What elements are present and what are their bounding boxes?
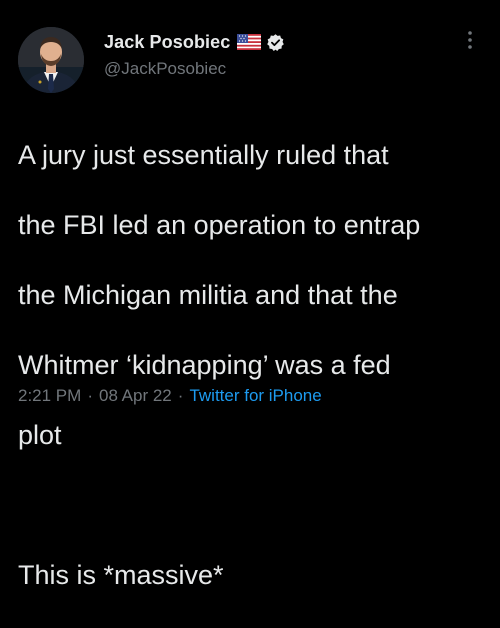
name-row: Jack Posobiec (104, 30, 285, 54)
tweet-text-line: plot (18, 420, 62, 450)
tweet-header: Jack Posobiec @JackPosobiec (104, 30, 285, 79)
avatar-image (18, 27, 84, 93)
tweet-source-link[interactable]: Twitter for iPhone (189, 386, 321, 405)
user-handle[interactable]: @JackPosobiec (104, 59, 285, 79)
tweet-text-line: the Michigan militia and that the (18, 280, 398, 310)
tweet-meta: 2:21 PM · 08 Apr 22 · Twitter for iPhone (18, 386, 322, 406)
more-options-icon[interactable] (463, 28, 477, 52)
us-flag-icon (237, 34, 262, 50)
verified-badge-icon (266, 33, 285, 52)
tweet-text-line: Whitmer ‘kidnapping’ was a fed (18, 350, 391, 380)
tweet-date[interactable]: 08 Apr 22 (99, 386, 172, 405)
display-name[interactable]: Jack Posobiec (104, 32, 230, 53)
profile-avatar[interactable] (18, 27, 84, 93)
tweet-text-line: A jury just essentially ruled that (18, 140, 389, 170)
meta-separator: · (177, 386, 184, 405)
tweet-text: A jury just essentially ruled that the F… (18, 103, 488, 628)
tweet-time[interactable]: 2:21 PM (18, 386, 81, 405)
meta-separator: · (87, 386, 93, 405)
tweet-card: Jack Posobiec @JackPosobiec A jury just … (0, 0, 500, 590)
tweet-text-line: the FBI led an operation to entrap (18, 210, 421, 240)
tweet-text-line: This is *massive* (18, 560, 224, 590)
